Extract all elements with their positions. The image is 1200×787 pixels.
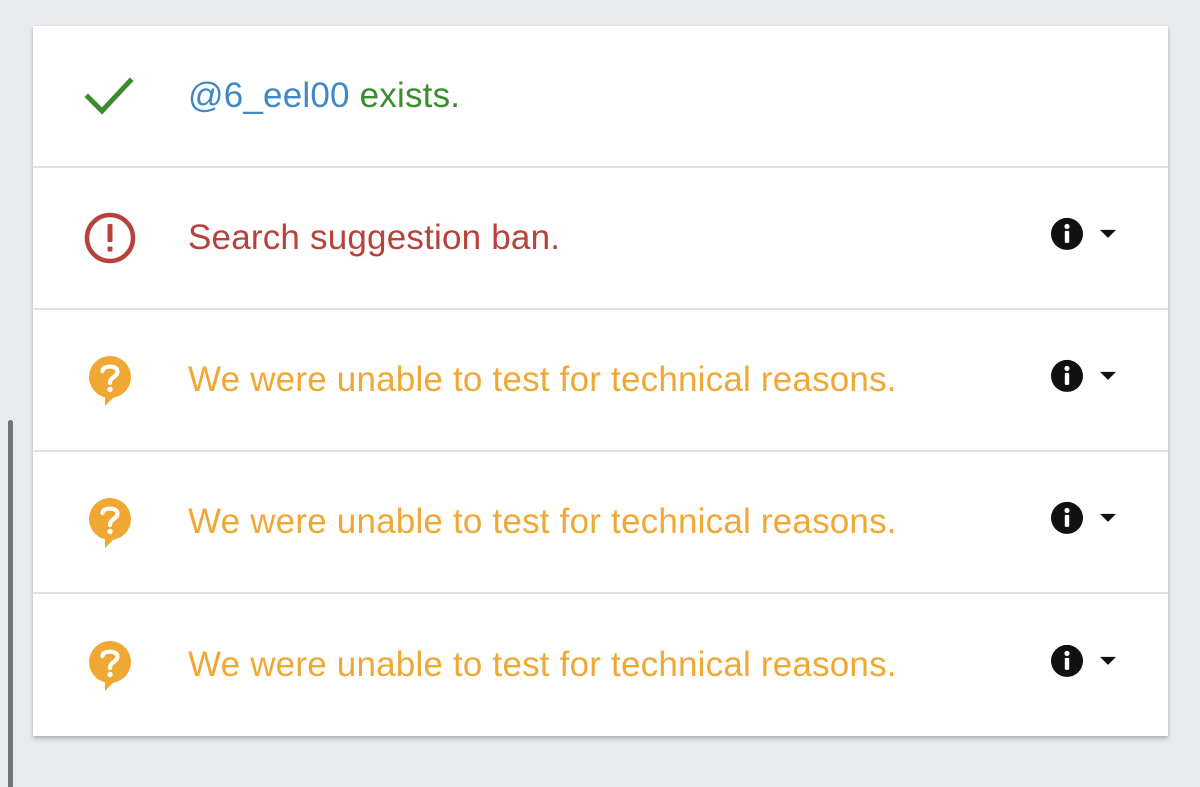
- results-card: @6_eel00 exists. Search suggestion ban.: [33, 26, 1168, 736]
- question-bubble-icon: [89, 498, 131, 548]
- result-row-unable-to-test: We were unable to test for technical rea…: [33, 594, 1168, 736]
- row-controls: [1050, 644, 1118, 678]
- check-icon: [84, 77, 134, 115]
- info-icon[interactable]: [1050, 644, 1084, 678]
- chevron-down-icon[interactable]: [1098, 228, 1118, 240]
- result-text: @6_eel00 exists.: [188, 76, 460, 116]
- row-controls: [1050, 359, 1118, 393]
- result-row-unable-to-test: We were unable to test for technical rea…: [33, 452, 1168, 594]
- row-controls: [1050, 501, 1118, 535]
- question-bubble-icon: [89, 641, 131, 691]
- result-row-unable-to-test: We were unable to test for technical rea…: [33, 310, 1168, 452]
- row-controls: [1050, 217, 1118, 251]
- exists-label: exists.: [359, 76, 461, 115]
- username-handle[interactable]: @6_eel00: [188, 76, 350, 115]
- chevron-down-icon[interactable]: [1098, 655, 1118, 667]
- info-icon[interactable]: [1050, 359, 1084, 393]
- scrollbar-thumb[interactable]: [8, 420, 13, 787]
- chevron-down-icon[interactable]: [1098, 370, 1118, 382]
- info-icon[interactable]: [1050, 501, 1084, 535]
- result-text: Search suggestion ban.: [188, 218, 561, 257]
- exclamation-circle-icon: [84, 212, 136, 264]
- result-row-search-suggestion-ban: Search suggestion ban.: [33, 168, 1168, 310]
- result-text: We were unable to test for technical rea…: [188, 645, 897, 684]
- result-text: We were unable to test for technical rea…: [188, 360, 897, 399]
- result-row-exists: @6_eel00 exists.: [33, 26, 1168, 168]
- result-text: We were unable to test for technical rea…: [188, 502, 897, 541]
- info-icon[interactable]: [1050, 217, 1084, 251]
- chevron-down-icon[interactable]: [1098, 512, 1118, 524]
- question-bubble-icon: [89, 356, 131, 406]
